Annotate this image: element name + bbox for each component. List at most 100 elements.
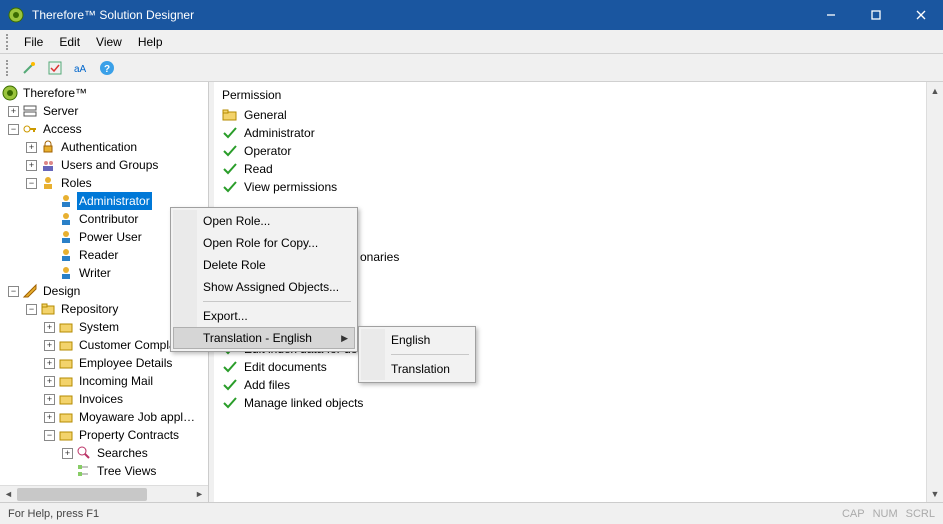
toolbar-language-icon[interactable]: aA — [70, 57, 92, 79]
menubar-grip — [6, 34, 10, 50]
workspace: Therefore™ + Server − Access + Authentic… — [0, 82, 943, 502]
expand-icon[interactable]: + — [26, 142, 37, 153]
collapse-icon[interactable]: − — [44, 430, 55, 441]
collapse-icon[interactable]: − — [8, 286, 19, 297]
person-icon — [58, 247, 74, 263]
therefore-icon — [2, 85, 18, 101]
perm-label: Edit documents — [244, 360, 327, 374]
expand-icon[interactable]: + — [62, 448, 73, 459]
tree-treeviews[interactable]: Tree Views — [2, 462, 208, 480]
close-button[interactable] — [898, 0, 943, 30]
perm-administrator[interactable]: Administrator — [222, 124, 918, 142]
tree-invoices[interactable]: + Invoices — [2, 390, 208, 408]
expand-icon[interactable]: + — [8, 106, 19, 117]
tree-root[interactable]: Therefore™ — [2, 84, 208, 102]
perm-viewpermissions[interactable]: View permissions — [222, 178, 918, 196]
expand-icon[interactable]: + — [44, 322, 55, 333]
toolbar-grip — [6, 60, 10, 76]
scroll-right-icon[interactable]: ► — [191, 486, 208, 502]
ctx-export[interactable]: Export... — [173, 305, 355, 327]
ctx-sub-english[interactable]: English — [361, 329, 473, 351]
check-icon — [222, 359, 238, 375]
status-num: NUM — [873, 508, 898, 520]
scroll-up-icon[interactable]: ▲ — [927, 82, 943, 99]
expand-icon[interactable]: + — [44, 394, 55, 405]
minimize-button[interactable] — [808, 0, 853, 30]
tree-employee[interactable]: + Employee Details — [2, 354, 208, 372]
check-icon — [222, 143, 238, 159]
perm-editdocs[interactable]: Edit documents — [222, 358, 918, 376]
ctx-separator — [203, 301, 351, 302]
perm-category-general[interactable]: General — [222, 106, 918, 124]
tree-icon — [76, 463, 92, 479]
menu-view[interactable]: View — [88, 32, 130, 52]
person-icon — [58, 193, 74, 209]
tree-server[interactable]: + Server — [2, 102, 208, 120]
server-icon — [22, 103, 38, 119]
perm-read[interactable]: Read — [222, 160, 918, 178]
toolbar-checklist-icon[interactable] — [44, 57, 66, 79]
tree-roles[interactable]: − Roles — [2, 174, 208, 192]
tree-incoming[interactable]: + Incoming Mail — [2, 372, 208, 390]
context-menu: Open Role... Open Role for Copy... Delet… — [170, 207, 358, 352]
ctx-translation[interactable]: Translation - English ▶ — [173, 327, 355, 349]
folder-icon — [58, 337, 74, 353]
perm-addfiles[interactable]: Add files — [222, 376, 918, 394]
perm-operator[interactable]: Operator — [222, 142, 918, 160]
status-scrl: SCRL — [906, 508, 935, 520]
tree-searches[interactable]: + Searches — [2, 444, 208, 462]
expand-icon[interactable]: + — [44, 340, 55, 351]
svg-text:aA: aA — [74, 64, 87, 75]
toolbar-wand-icon[interactable] — [18, 57, 40, 79]
scroll-down-icon[interactable]: ▼ — [927, 485, 943, 502]
menu-help[interactable]: Help — [130, 32, 171, 52]
ctx-sub-translation[interactable]: Translation — [361, 358, 473, 380]
tree-access[interactable]: − Access — [2, 120, 208, 138]
tree-label: Searches — [95, 444, 150, 462]
expand-icon[interactable]: + — [44, 376, 55, 387]
folder-icon — [58, 427, 74, 443]
perm-managelinked[interactable]: Manage linked objects — [222, 394, 918, 412]
toolbar-help-icon[interactable]: ? — [96, 57, 118, 79]
ctx-open-role[interactable]: Open Role... — [173, 210, 355, 232]
ruler-icon — [22, 283, 38, 299]
titlebar: Therefore™ Solution Designer — [0, 0, 943, 30]
tree-usersgroups[interactable]: + Users and Groups — [2, 156, 208, 174]
menubar: File Edit View Help — [0, 30, 943, 54]
scroll-left-icon[interactable]: ◄ — [0, 486, 17, 502]
menu-edit[interactable]: Edit — [51, 32, 88, 52]
folder-icon — [222, 107, 238, 123]
status-help: For Help, press F1 — [8, 508, 99, 520]
ctx-delete-role[interactable]: Delete Role — [173, 254, 355, 276]
status-cap: CAP — [842, 508, 865, 520]
tree-label: Contributor — [77, 210, 140, 228]
tree-authentication[interactable]: + Authentication — [2, 138, 208, 156]
collapse-icon[interactable]: − — [26, 304, 37, 315]
permission-v-scrollbar[interactable]: ▲ ▼ — [926, 82, 943, 502]
tree-label: Invoices — [77, 390, 125, 408]
tree-h-scrollbar[interactable]: ◄ ► — [0, 485, 208, 502]
scroll-thumb[interactable] — [17, 488, 147, 501]
expand-icon[interactable]: + — [26, 160, 37, 171]
tree-label: Roles — [59, 174, 94, 192]
tree-label: Authentication — [59, 138, 139, 156]
tree-label: Moyaware Job appl… — [77, 408, 197, 426]
tree-label: Access — [41, 120, 84, 138]
menu-file[interactable]: File — [16, 32, 51, 52]
role-icon — [40, 175, 56, 191]
ctx-show-assigned[interactable]: Show Assigned Objects... — [173, 276, 355, 298]
perm-label: Add files — [244, 378, 290, 392]
folder-icon — [58, 319, 74, 335]
tree-label: Power User — [77, 228, 144, 246]
users-icon — [40, 157, 56, 173]
expand-icon[interactable]: + — [44, 412, 55, 423]
ctx-open-role-copy[interactable]: Open Role for Copy... — [173, 232, 355, 254]
expand-icon[interactable]: + — [44, 358, 55, 369]
collapse-icon[interactable]: − — [26, 178, 37, 189]
tree-label: Property Contracts — [77, 426, 181, 444]
tree-moyaware[interactable]: + Moyaware Job appl… — [2, 408, 208, 426]
tree-property[interactable]: − Property Contracts — [2, 426, 208, 444]
collapse-icon[interactable]: − — [8, 124, 19, 135]
tree-label: Administrator — [77, 192, 152, 210]
maximize-button[interactable] — [853, 0, 898, 30]
